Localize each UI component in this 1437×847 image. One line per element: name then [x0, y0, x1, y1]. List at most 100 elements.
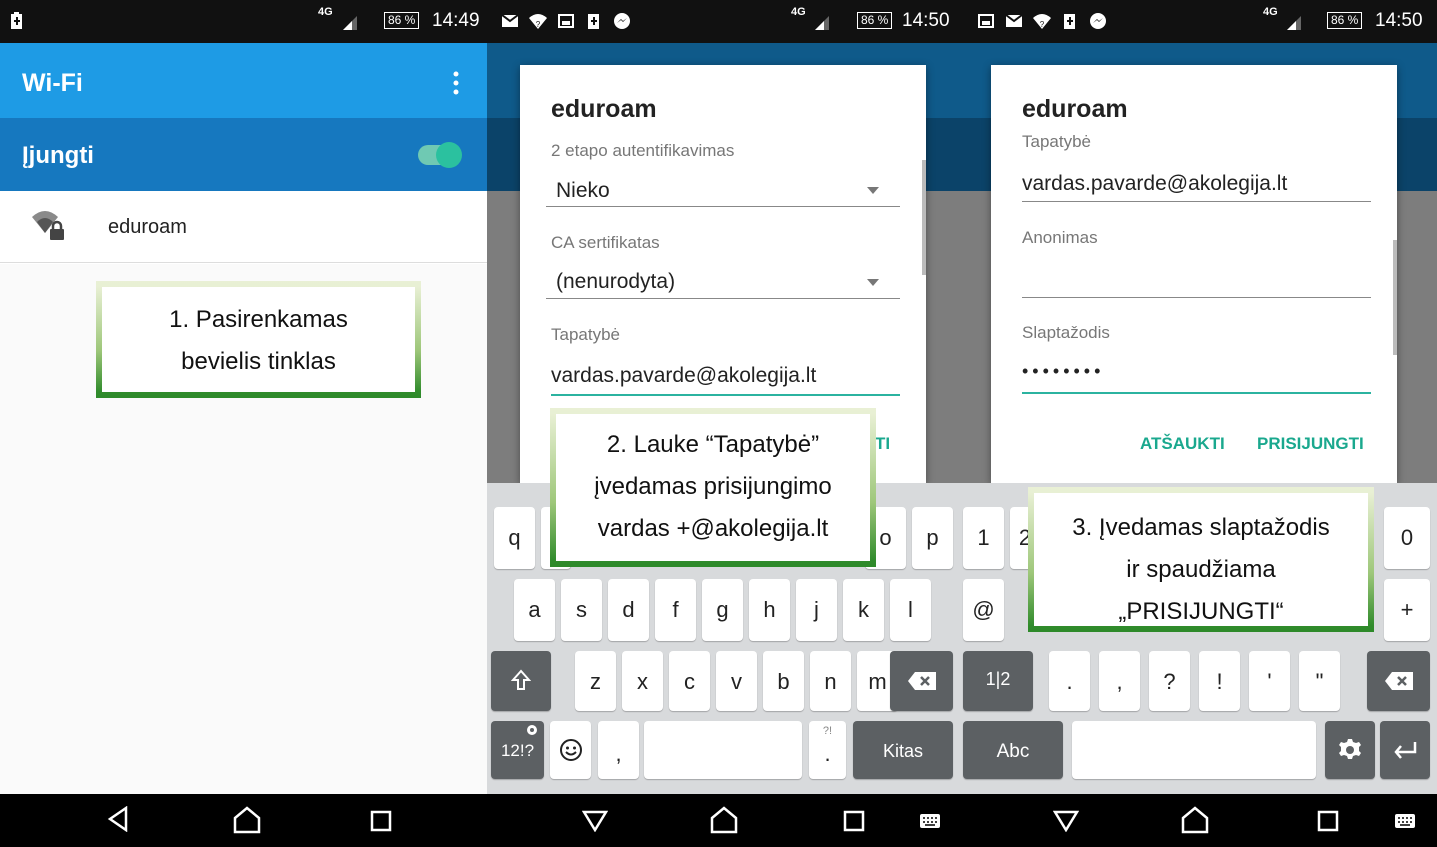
- home-icon[interactable]: [232, 806, 262, 834]
- wifi-switch-bar[interactable]: Įjungti: [0, 118, 487, 191]
- battery-level: 86 %: [857, 12, 893, 29]
- abc-key[interactable]: Abc: [963, 721, 1063, 779]
- scrollbar[interactable]: [922, 160, 926, 275]
- backspace-key[interactable]: [1367, 651, 1430, 711]
- callout-line: 1. Pasirenkamas: [169, 306, 348, 333]
- backspace-key[interactable]: [890, 651, 953, 711]
- key[interactable]: h: [749, 579, 790, 641]
- key[interactable]: .: [1049, 651, 1090, 711]
- key[interactable]: p: [912, 507, 953, 569]
- key[interactable]: 1: [963, 507, 1004, 569]
- scrollbar[interactable]: [1393, 240, 1397, 355]
- messenger-icon: [614, 13, 630, 29]
- network-type: 4G: [1263, 6, 1278, 18]
- nav-bar-3: [957, 794, 1437, 847]
- gear-icon: [527, 725, 537, 735]
- svg-text:?: ?: [1040, 20, 1045, 29]
- key[interactable]: ?! .: [809, 721, 846, 779]
- key[interactable]: k: [843, 579, 884, 641]
- key[interactable]: ?: [1149, 651, 1190, 711]
- next-key[interactable]: Kitas: [853, 721, 953, 779]
- status-bar-3: ? 4G 86 % 14:50: [957, 0, 1437, 43]
- key[interactable]: s: [561, 579, 602, 641]
- mail-icon: [501, 14, 519, 27]
- battery-charging-icon: [11, 12, 22, 29]
- network-name: eduroam: [108, 216, 187, 238]
- key[interactable]: b: [763, 651, 804, 711]
- recents-icon[interactable]: [1317, 810, 1339, 832]
- key[interactable]: +: [1384, 579, 1430, 641]
- shift-icon: [511, 669, 531, 690]
- key[interactable]: a: [514, 579, 555, 641]
- back-icon[interactable]: [107, 806, 129, 832]
- signal-icon: [1287, 16, 1301, 30]
- callout-step-2: 2. Lauke “Tapatybė” įvedamas prisijungim…: [550, 408, 876, 567]
- wifi-toggle-knob[interactable]: [436, 142, 462, 168]
- key[interactable]: l: [890, 579, 931, 641]
- gear-icon: [1339, 739, 1361, 759]
- space-key[interactable]: [1072, 721, 1316, 779]
- clock: 14:50: [902, 10, 950, 31]
- hide-keyboard-icon[interactable]: [582, 810, 608, 832]
- key[interactable]: g: [702, 579, 743, 641]
- space-key[interactable]: [644, 721, 802, 779]
- page-title: Wi-Fi: [22, 69, 83, 97]
- field-underline: [546, 206, 900, 207]
- recents-icon[interactable]: [370, 810, 392, 832]
- key[interactable]: x: [622, 651, 663, 711]
- enter-key[interactable]: [1380, 721, 1430, 779]
- ca-cert-select[interactable]: (nenurodyta): [556, 270, 675, 294]
- connect-button[interactable]: PRISIJUNGTI: [1257, 434, 1364, 454]
- key[interactable]: q: [494, 507, 535, 569]
- phase2-select[interactable]: Nieko: [556, 179, 610, 203]
- home-icon[interactable]: [1180, 806, 1210, 834]
- identity-label: Tapatybė: [551, 325, 620, 344]
- cancel-button[interactable]: ATŠAUKTI: [1140, 434, 1225, 454]
- callout-line: ir spaudžiama: [1126, 556, 1276, 583]
- key[interactable]: n: [810, 651, 851, 711]
- key[interactable]: d: [608, 579, 649, 641]
- settings-key[interactable]: [1325, 721, 1375, 779]
- key[interactable]: c: [669, 651, 710, 711]
- password-input[interactable]: ••••••••: [1022, 361, 1104, 382]
- key[interactable]: !: [1199, 651, 1240, 711]
- screenshot-icon: [978, 14, 994, 28]
- wifi-unknown-icon: ?: [529, 14, 547, 29]
- identity-label: Tapatybė: [1022, 132, 1091, 151]
- layout-switch-key[interactable]: 1|2: [963, 651, 1033, 711]
- keyboard-icon[interactable]: [919, 813, 941, 829]
- keyboard-icon[interactable]: [1394, 813, 1416, 829]
- connect-button[interactable]: TI: [875, 434, 890, 454]
- recents-icon[interactable]: [843, 810, 865, 832]
- key[interactable]: j: [796, 579, 837, 641]
- emoji-key[interactable]: [550, 721, 591, 779]
- backspace-icon: [1385, 672, 1413, 690]
- key[interactable]: ,: [598, 721, 639, 779]
- hide-keyboard-icon[interactable]: [1053, 810, 1079, 832]
- key[interactable]: v: [716, 651, 757, 711]
- key[interactable]: 0: [1384, 507, 1430, 569]
- shift-key[interactable]: [491, 651, 551, 711]
- more-options-icon[interactable]: [453, 71, 459, 95]
- wifi-switch-label: Įjungti: [22, 142, 94, 169]
- dropdown-arrow-icon[interactable]: [867, 187, 879, 194]
- key[interactable]: f: [655, 579, 696, 641]
- dropdown-arrow-icon[interactable]: [867, 279, 879, 286]
- key[interactable]: ": [1299, 651, 1340, 711]
- identity-input[interactable]: vardas.pavarde@akolegija.lt: [551, 364, 816, 388]
- anonymous-input[interactable]: [1022, 297, 1371, 298]
- network-list-item[interactable]: eduroam: [0, 191, 487, 263]
- callout-line: 3. Įvedamas slaptažodis: [1072, 514, 1330, 541]
- key[interactable]: @: [963, 579, 1004, 641]
- network-type: 4G: [318, 6, 333, 18]
- mail-icon: [1005, 14, 1023, 27]
- key[interactable]: ,: [1099, 651, 1140, 711]
- anonymous-label: Anonimas: [1022, 228, 1098, 247]
- clock: 14:50: [1375, 10, 1423, 31]
- key[interactable]: z: [575, 651, 616, 711]
- identity-input[interactable]: vardas.pavarde@akolegija.lt: [1022, 172, 1287, 196]
- key[interactable]: ': [1249, 651, 1290, 711]
- symbols-key[interactable]: 12!?: [491, 721, 544, 779]
- home-icon[interactable]: [709, 806, 739, 834]
- clock: 14:49: [432, 10, 480, 31]
